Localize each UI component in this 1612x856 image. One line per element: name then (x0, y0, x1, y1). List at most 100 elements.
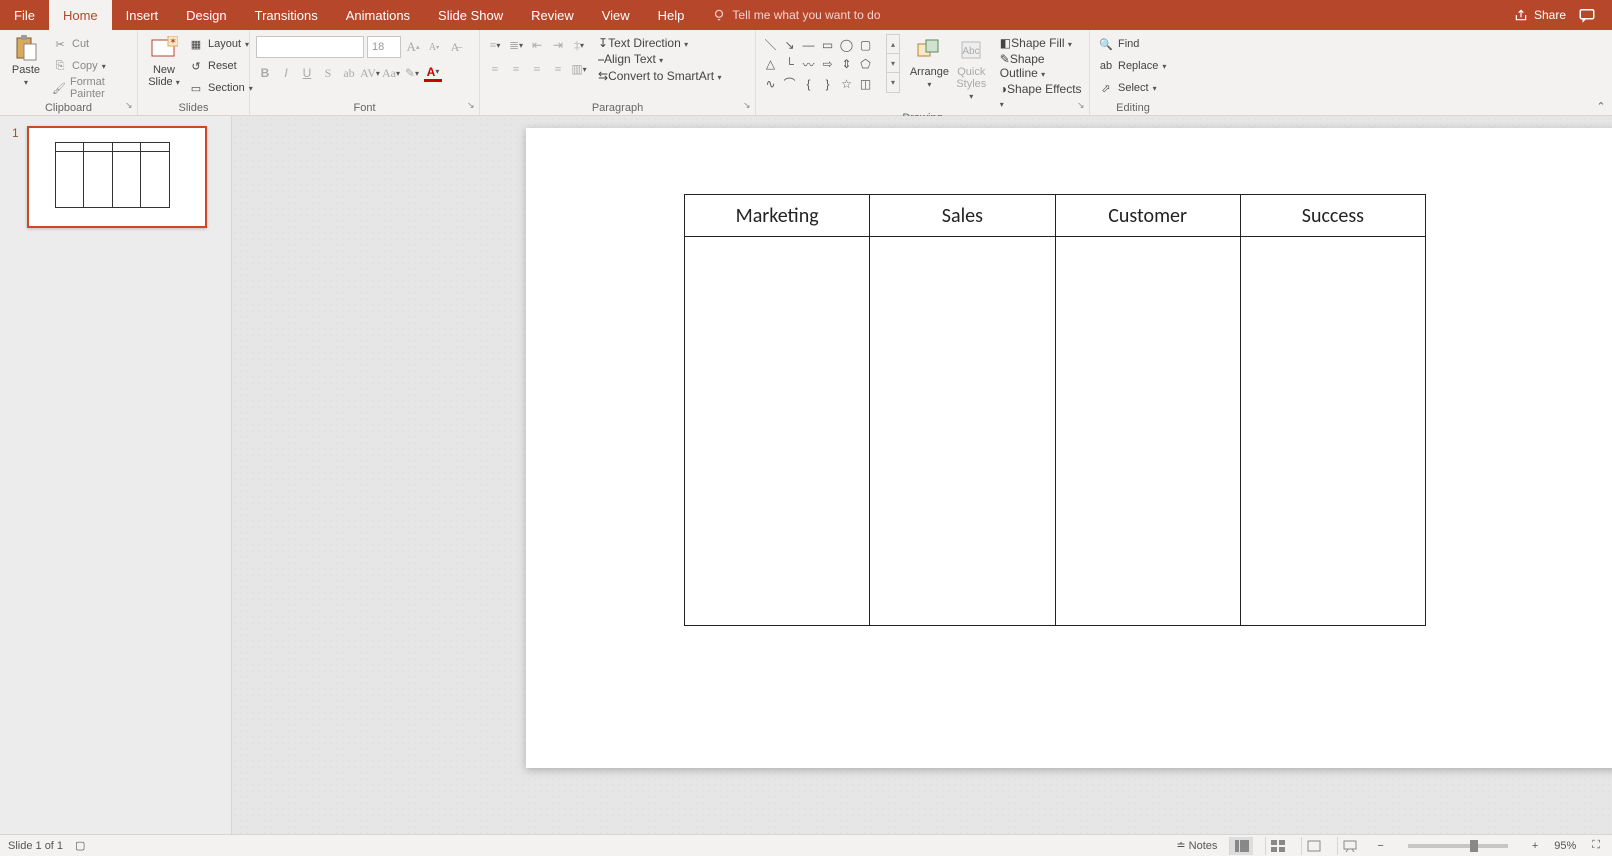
clipboard-dialog-launcher[interactable] (123, 101, 135, 113)
bullets-icon[interactable]: ≡▾ (486, 36, 504, 54)
section-button[interactable]: ▭Section ▾ (186, 78, 255, 98)
fit-to-window-button[interactable]: ⛶ (1588, 839, 1604, 852)
shape-elbow-icon[interactable]: └ (781, 56, 798, 73)
tab-insert[interactable]: Insert (112, 0, 173, 30)
zoom-slider-thumb[interactable] (1470, 840, 1478, 852)
decrease-font-icon[interactable]: A▾ (425, 38, 443, 56)
gallery-expand-icon[interactable]: ▾ (887, 73, 899, 92)
indent-dec-icon[interactable]: ⇤ (528, 36, 546, 54)
shape-action-icon[interactable]: ◫ (857, 75, 874, 92)
shape-arrow-icon[interactable]: ⇨ (819, 56, 836, 73)
table-col-1[interactable]: Marketing (685, 195, 870, 625)
font-dialog-launcher[interactable] (465, 101, 477, 113)
arrange-button[interactable]: Arrange▾ (908, 34, 951, 93)
shape-oval-icon[interactable]: ◯ (838, 36, 855, 53)
find-button[interactable]: 🔍Find (1096, 34, 1168, 54)
paragraph-dialog-launcher[interactable] (741, 101, 753, 113)
table-col-4[interactable]: Success (1241, 195, 1425, 625)
replace-button[interactable]: abReplace ▾ (1096, 56, 1168, 76)
notes-button[interactable]: ≐ Notes (1176, 839, 1217, 852)
slide-thumbnail-pane[interactable]: 1 (0, 116, 232, 834)
table-col-3[interactable]: Customer (1056, 195, 1241, 625)
layout-button[interactable]: ▦Layout ▾ (186, 34, 255, 54)
shape-line-icon[interactable]: ＼ (762, 36, 779, 53)
zoom-slider[interactable] (1408, 844, 1508, 848)
shape-effects-button[interactable]: ◑Shape Effects ▾ (1000, 82, 1083, 110)
shape-arrow-line-icon[interactable]: ↘ (781, 36, 798, 53)
reading-view-button[interactable] (1301, 837, 1325, 855)
shape-triangle-icon[interactable]: △ (762, 56, 779, 73)
tab-review[interactable]: Review (517, 0, 588, 30)
shapes-gallery-more[interactable]: ▴ ▾ ▾ (886, 34, 900, 93)
slide-canvas-area[interactable]: Marketing Sales Customer Success (232, 116, 1612, 834)
spell-check-icon[interactable]: ▢ (75, 839, 85, 852)
slideshow-view-button[interactable] (1337, 837, 1361, 855)
text-direction-button[interactable]: ↧Text Direction ▾ (598, 36, 721, 50)
font-color-icon[interactable]: A▾ (424, 64, 442, 82)
slide-1[interactable]: Marketing Sales Customer Success (526, 128, 1612, 768)
shape-callout-icon[interactable]: ⬠ (857, 56, 874, 73)
font-size-input[interactable] (367, 36, 401, 58)
align-center-icon[interactable]: ≡ (507, 60, 525, 78)
table-header-1[interactable]: Marketing (685, 195, 869, 237)
table-body-4[interactable] (1241, 237, 1425, 625)
justify-icon[interactable]: ≡ (549, 60, 567, 78)
numbering-icon[interactable]: ≣▾ (507, 36, 525, 54)
zoom-level[interactable]: 95% (1554, 840, 1576, 852)
table-body-3[interactable] (1056, 237, 1240, 625)
paste-button[interactable]: Paste▾ (6, 32, 46, 91)
align-right-icon[interactable]: ≡ (528, 60, 546, 78)
shape-line2-icon[interactable]: — (800, 36, 817, 53)
zoom-out-button[interactable]: − (1373, 840, 1387, 852)
copy-button[interactable]: ⎘Copy ▾ (50, 56, 131, 76)
shape-rect-icon[interactable]: ▭ (819, 36, 836, 53)
shape-fill-button[interactable]: ◧Shape Fill ▾ (1000, 36, 1083, 50)
font-name-input[interactable] (256, 36, 364, 58)
shape-rbrace-icon[interactable]: } (819, 75, 836, 92)
italic-icon[interactable]: I (277, 64, 295, 82)
shape-outline-button[interactable]: ✎Shape Outline ▾ (1000, 52, 1083, 80)
tab-design[interactable]: Design (172, 0, 240, 30)
table-header-3[interactable]: Customer (1056, 195, 1240, 237)
shape-roundrect-icon[interactable]: ▢ (857, 36, 874, 53)
tab-view[interactable]: View (588, 0, 644, 30)
table-header-4[interactable]: Success (1241, 195, 1425, 237)
format-painter-button[interactable]: 🖌Format Painter (50, 78, 131, 98)
drawing-dialog-launcher[interactable] (1075, 101, 1087, 113)
gallery-up-icon[interactable]: ▴ (887, 35, 899, 54)
shapes-gallery[interactable]: ＼ ↘ — ▭ ◯ ▢ △ └ 〰 ⇨ ⇕ ⬠ ∿ ⌒ { } ☆ (762, 34, 884, 93)
collapse-ribbon-button[interactable]: ⌃ (1594, 99, 1608, 113)
cut-button[interactable]: ✂Cut (50, 34, 131, 54)
gallery-down-icon[interactable]: ▾ (887, 54, 899, 73)
underline-icon[interactable]: U (298, 64, 316, 82)
tab-help[interactable]: Help (644, 0, 699, 30)
case-icon[interactable]: Aa▾ (382, 64, 400, 82)
shape-freeform-icon[interactable]: 〰 (800, 56, 817, 73)
shape-lbrace-icon[interactable]: { (800, 75, 817, 92)
slide-table[interactable]: Marketing Sales Customer Success (684, 194, 1426, 626)
table-body-2[interactable] (870, 237, 1054, 625)
quick-styles-button[interactable]: Abc Quick Styles ▾ (951, 34, 992, 105)
tab-animations[interactable]: Animations (332, 0, 424, 30)
zoom-in-button[interactable]: + (1528, 840, 1542, 852)
reset-button[interactable]: ↺Reset (186, 56, 255, 76)
line-spacing-icon[interactable]: ‡▾ (570, 36, 588, 54)
clear-format-icon[interactable]: A̶ (446, 38, 464, 56)
indent-inc-icon[interactable]: ⇥ (549, 36, 567, 54)
bold-icon[interactable]: B (256, 64, 274, 82)
normal-view-button[interactable] (1229, 837, 1253, 855)
increase-font-icon[interactable]: A▴ (404, 38, 422, 56)
table-header-2[interactable]: Sales (870, 195, 1054, 237)
table-body-1[interactable] (685, 237, 869, 625)
spacing-icon[interactable]: AV▾ (361, 64, 379, 82)
new-slide-button[interactable]: ✶ New Slide ▾ (144, 32, 184, 91)
convert-smartart-button[interactable]: ⇆Convert to SmartArt ▾ (598, 69, 721, 83)
tell-me-search[interactable]: Tell me what you want to do (698, 0, 880, 30)
select-button[interactable]: ⬀Select ▾ (1096, 78, 1168, 98)
align-text-button[interactable]: ⎯Align Text ▾ (598, 52, 721, 67)
tab-file[interactable]: File (0, 0, 49, 30)
sorter-view-button[interactable] (1265, 837, 1289, 855)
shadow-icon[interactable]: ab (340, 64, 358, 82)
tab-transitions[interactable]: Transitions (241, 0, 332, 30)
slide-thumbnail-1[interactable] (27, 126, 207, 228)
